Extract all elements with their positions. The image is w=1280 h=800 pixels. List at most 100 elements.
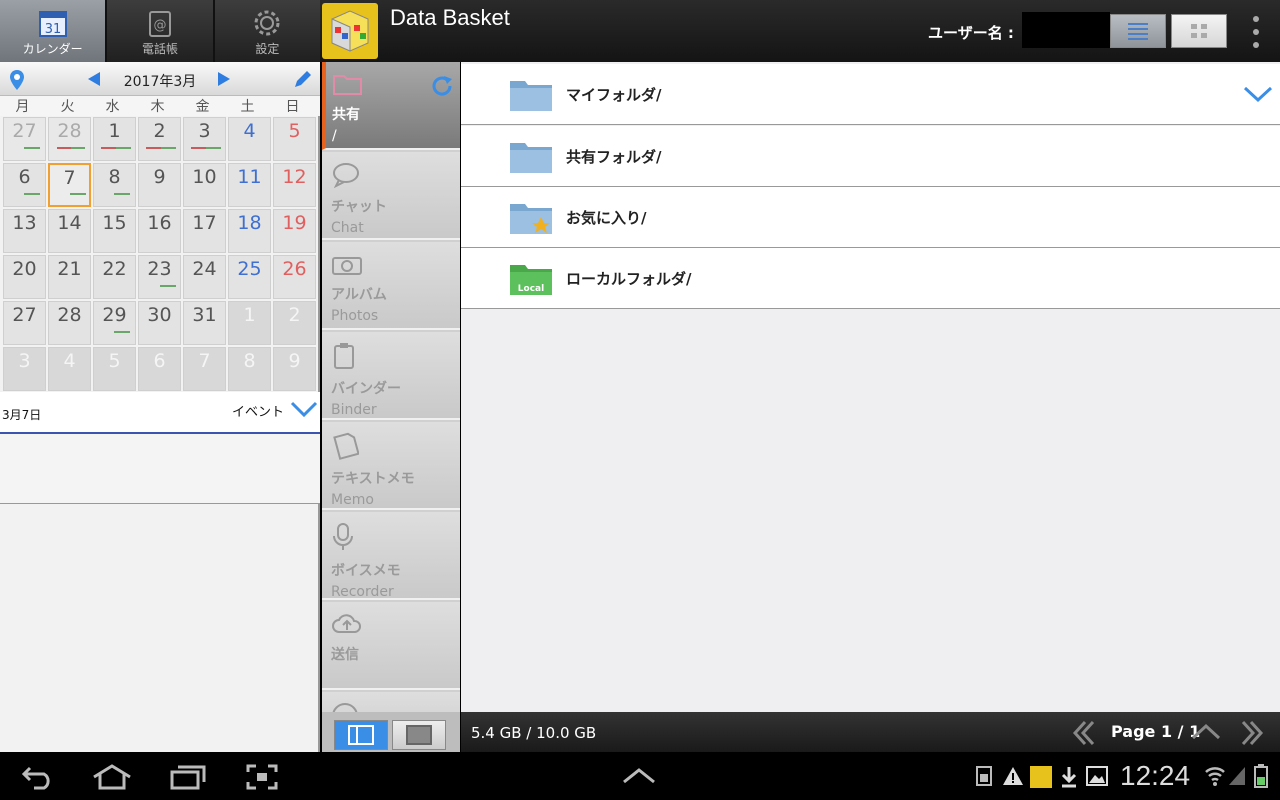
grid-view-button[interactable] xyxy=(1171,14,1227,48)
recent-apps-icon[interactable] xyxy=(170,764,206,790)
nav-sublabel: / xyxy=(332,128,337,144)
chat-bubble-icon xyxy=(333,163,359,189)
nav-item-send[interactable]: 送信 xyxy=(322,602,460,690)
next-page-icon[interactable] xyxy=(1239,720,1265,746)
calendar-day[interactable]: 6 xyxy=(3,163,46,207)
calendar-day[interactable]: 28 xyxy=(48,117,91,161)
calendar-day[interactable]: 16 xyxy=(138,209,181,253)
calendar-day[interactable]: 28 xyxy=(48,301,91,345)
calendar-day[interactable]: 8 xyxy=(228,347,271,391)
tab-calendar[interactable]: 31 カレンダー xyxy=(0,0,108,62)
calendar-day[interactable]: 1 xyxy=(228,301,271,345)
folder-row[interactable]: 共有フォルダ/ xyxy=(461,126,1280,187)
calendar-day[interactable]: 7 xyxy=(183,347,226,391)
sim-icon xyxy=(976,766,992,786)
calendar-day[interactable]: 21 xyxy=(48,255,91,299)
nav-item-chat[interactable]: チャット Chat xyxy=(322,152,460,240)
nav-item-voice-memo[interactable]: ボイスメモ Recorder xyxy=(322,512,460,600)
username-label: ユーザー名 : xyxy=(928,24,1014,42)
calendar-day[interactable]: 30 xyxy=(138,301,181,345)
chevron-down-icon[interactable] xyxy=(1243,84,1273,104)
calendar-day[interactable]: 2 xyxy=(138,117,181,161)
nav-item-shared[interactable]: 共有 / xyxy=(322,62,460,150)
calendar-day[interactable]: 5 xyxy=(273,117,316,161)
tab-settings[interactable]: 設定 xyxy=(214,0,320,62)
tab-calendar-label: カレンダー xyxy=(22,42,83,56)
event-marker xyxy=(70,193,86,195)
nav-item-memo[interactable]: テキストメモ Memo xyxy=(322,422,460,510)
signal-icon xyxy=(1229,767,1245,785)
calendar-day[interactable]: 17 xyxy=(183,209,226,253)
calendar-day-today[interactable]: 7 xyxy=(48,163,91,207)
calendar-day[interactable]: 11 xyxy=(228,163,271,207)
calendar-day[interactable]: 3 xyxy=(183,117,226,161)
nav-item-album[interactable]: アルバム Photos xyxy=(322,242,460,330)
calendar-day[interactable]: 2 xyxy=(273,301,316,345)
calendar-day[interactable]: 6 xyxy=(138,347,181,391)
calendar-day[interactable]: 1 xyxy=(93,117,136,161)
calendar-day[interactable]: 27 xyxy=(3,301,46,345)
chevron-up-icon[interactable] xyxy=(622,766,656,784)
page-indicator: Page 1 / 1 xyxy=(1111,722,1201,741)
calendar-day[interactable]: 18 xyxy=(228,209,271,253)
calendar-day[interactable]: 9 xyxy=(138,163,181,207)
download-icon xyxy=(1061,767,1077,788)
calendar-day[interactable]: 29 xyxy=(93,301,136,345)
calendar-day[interactable]: 19 xyxy=(273,209,316,253)
event-marker xyxy=(101,147,131,149)
list-view-button[interactable] xyxy=(1110,14,1166,48)
folder-row[interactable]: お気に入り/ xyxy=(461,187,1280,248)
screenshot-icon[interactable] xyxy=(246,764,278,790)
calendar-day[interactable]: 22 xyxy=(93,255,136,299)
nav-label: アルバム xyxy=(331,287,387,303)
calendar-day[interactable]: 31 xyxy=(183,301,226,345)
calendar-day[interactable]: 12 xyxy=(273,163,316,207)
calendar-day[interactable]: 9 xyxy=(273,347,316,391)
calendar-day[interactable]: 13 xyxy=(3,209,46,253)
calendar-day[interactable]: 15 xyxy=(93,209,136,253)
calendar-day[interactable]: 25 xyxy=(228,255,271,299)
calendar-day[interactable]: 10 xyxy=(183,163,226,207)
calendar-day[interactable]: 3 xyxy=(3,347,46,391)
back-icon[interactable] xyxy=(22,764,56,790)
calendar-day[interactable]: 24 xyxy=(183,255,226,299)
username-field[interactable] xyxy=(1022,12,1110,48)
nav-label: 送信 xyxy=(331,647,359,663)
chevron-down-icon[interactable] xyxy=(290,400,318,418)
nav-item-binder[interactable]: バインダー Binder xyxy=(322,332,460,420)
home-icon[interactable] xyxy=(92,764,132,790)
refresh-icon[interactable] xyxy=(430,74,454,98)
full-layout-button[interactable] xyxy=(392,720,446,750)
event-marker xyxy=(24,147,40,149)
nav-sublabel: Chat xyxy=(331,220,364,236)
split-layout-button[interactable] xyxy=(334,720,388,750)
split-pane-icon xyxy=(348,725,374,745)
calendar-day[interactable]: 14 xyxy=(48,209,91,253)
weekday-fri: 金 xyxy=(195,99,210,115)
folder-name: 共有フォルダ/ xyxy=(566,148,662,166)
clock: 12:24 xyxy=(1120,760,1191,791)
calendar-day[interactable]: 23 xyxy=(138,255,181,299)
folder-row[interactable]: マイフォルダ/ xyxy=(461,64,1280,125)
calendar-day[interactable]: 4 xyxy=(48,347,91,391)
weekday-header: 月 火 水 木 金 土 日 xyxy=(0,96,320,116)
calendar-day[interactable]: 26 xyxy=(273,255,316,299)
calendar-day[interactable]: 4 xyxy=(228,117,271,161)
grid-icon xyxy=(1191,24,1207,38)
tab-address-book[interactable]: @ 電話帳 xyxy=(107,0,215,62)
next-month-icon[interactable] xyxy=(217,71,231,87)
folder-row[interactable]: Local ローカルフォルダ/ xyxy=(461,248,1280,309)
event-dropdown-label[interactable]: イベント xyxy=(232,401,284,420)
calendar-day[interactable]: 5 xyxy=(93,347,136,391)
weekday-tue: 火 xyxy=(60,99,75,115)
prev-page-icon[interactable] xyxy=(1071,720,1097,746)
app-logo xyxy=(322,3,378,59)
calendar-day[interactable]: 20 xyxy=(3,255,46,299)
folder-name: ローカルフォルダ/ xyxy=(566,270,692,288)
edit-pencil-icon[interactable] xyxy=(292,68,314,90)
wifi-icon xyxy=(1205,767,1225,786)
calendar-day[interactable]: 8 xyxy=(93,163,136,207)
overflow-menu-icon[interactable] xyxy=(1246,14,1266,50)
calendar-day[interactable]: 27 xyxy=(3,117,46,161)
scroll-up-icon[interactable] xyxy=(1191,722,1221,742)
